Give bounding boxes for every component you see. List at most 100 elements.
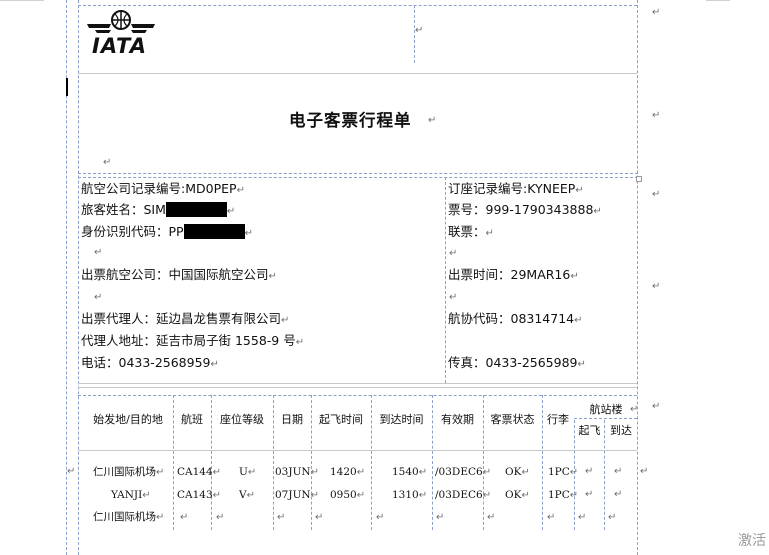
info-top-line-2 [78,177,638,178]
row1-date: 03JUN↵ [275,466,319,478]
phone: 电话：0433-2568959↵ [81,355,219,370]
para-mark: ↵ [652,189,661,200]
header-flight: 航班 [181,413,203,426]
row2-status: OK↵ [505,489,530,501]
para-mark: ↵ [436,512,445,523]
row1-flight: CA144↵ [177,466,222,478]
header-terminal: 航站楼 [589,403,623,416]
para-mark: ↵ [67,466,76,477]
header-arr-time: 到达时间 [379,413,424,426]
top-border-left [0,0,44,1]
para-mark: ↵ [94,247,103,258]
corner-handle [636,176,642,182]
table-col-sep [542,395,543,530]
row1-route: 仁川国际机场↵ [93,466,165,478]
row2-valid: /03DEC6↵ [435,489,492,501]
table-col-sep [604,420,605,530]
info-top-line [78,173,638,174]
header-route: 始发地/目的地 [93,413,163,426]
para-mark: ↵ [216,512,225,523]
table-col-sep [173,395,174,530]
para-mark: ↵ [608,512,617,523]
table-col-sep [273,395,274,530]
doc-title: 电子客票行程单 [289,111,412,130]
ticket-number: 票号：999-1790343888↵ [448,202,602,217]
row1-dep: 1420↵ [330,466,366,478]
airline-record: 航空公司记录编号:MD0PEP↵ [81,181,245,196]
para-mark: ↵ [487,512,496,523]
para-mark: ↵ [277,512,286,523]
header-date: 日期 [281,413,303,426]
issue-time: 出票时间：29MAR16↵ [448,267,579,282]
row2-bag: 1PC↵ [548,489,579,501]
para-mark: ↵ [630,404,639,415]
text-cursor [66,78,68,96]
para-mark: ↵ [652,281,661,292]
top-frame-line [78,5,637,6]
row2-date: 07JUN↵ [275,489,319,501]
row1-valid: /03DEC6↵ [435,466,492,478]
table-col-sep [211,395,212,530]
para-mark: ↵ [614,466,623,477]
table-col-sep [371,395,372,530]
para-mark: ↵ [652,7,661,18]
header-status: 客票状态 [490,413,535,426]
para-mark: ↵ [652,401,661,412]
row3-route: 仁川国际机场↵ [93,511,165,523]
para-mark: ↵ [640,466,649,477]
redaction-bar [183,224,245,239]
para-mark: ↵ [180,512,189,523]
table-header-bottom [78,450,637,451]
row2-class: V↵ [239,489,255,501]
table-col-sep [432,395,433,530]
header-bottom-line [78,73,637,74]
row2-route: YANJI↵ [111,489,151,501]
header-dep-time: 起飞时间 [319,413,363,426]
outer-right-line [637,0,638,555]
row1-status: OK↵ [505,466,530,478]
fax: 传真：0433-2565989↵ [448,355,586,370]
issuing-airline: 出票航空公司：中国国际航空公司↵ [81,267,277,282]
table-col-sep [311,395,312,530]
header-baggage: 行李 [547,413,569,426]
para-mark: ↵ [578,512,587,523]
para-mark: ↵ [376,512,385,523]
para-mark: ↵ [547,512,556,523]
row2-dep: 0950↵ [330,489,366,501]
para-mark: ↵ [428,115,437,126]
top-border-right [706,0,730,1]
passenger-name: 旅客姓名：SIM ↵ [81,202,236,217]
id-code: 身份识别代码：PP ↵ [81,224,253,239]
para-mark: ↵ [585,466,594,477]
info-divider [445,177,446,383]
redaction-bar [165,202,227,217]
row1-bag: 1PC↵ [548,466,579,478]
agent-address: 代理人地址：延吉市局子街 1558-9 号↵ [81,333,305,348]
para-mark: ↵ [94,292,103,303]
terminal-sub-line [574,418,637,419]
para-mark: ↵ [103,157,112,168]
table-col-sep [483,395,484,530]
outer-left-line-2 [78,0,79,555]
info-bottom-line-2 [78,387,637,388]
para-mark: ↵ [449,292,458,303]
para-mark: ↵ [315,512,324,523]
row2-flight: CA143↵ [177,489,222,501]
para-mark: ↵ [652,110,661,121]
iata-code: 航协代码：08314714↵ [448,311,583,326]
iata-logo-text: IATA [92,34,148,58]
row2-arr: 1310↵ [392,489,428,501]
para-mark: ↵ [585,489,594,500]
issuing-agent: 出票代理人：延边昌龙售票有限公司↵ [81,311,290,326]
booking-record: 订座记录编号:KYNEEP↵ [448,181,584,196]
header-terminal-arr: 到达 [610,424,632,437]
para-mark: ↵ [415,25,424,36]
header-terminal-dep: 起飞 [578,424,601,437]
activation-watermark: 激活 [738,533,766,549]
row1-arr: 1540↵ [392,466,428,478]
conjunction-ticket: 联票：↵ [448,224,494,239]
header-class: 座位等级 [220,413,264,426]
row1-class: U↵ [239,466,257,478]
para-mark: ↵ [449,248,458,259]
header-validity: 有效期 [441,413,474,426]
